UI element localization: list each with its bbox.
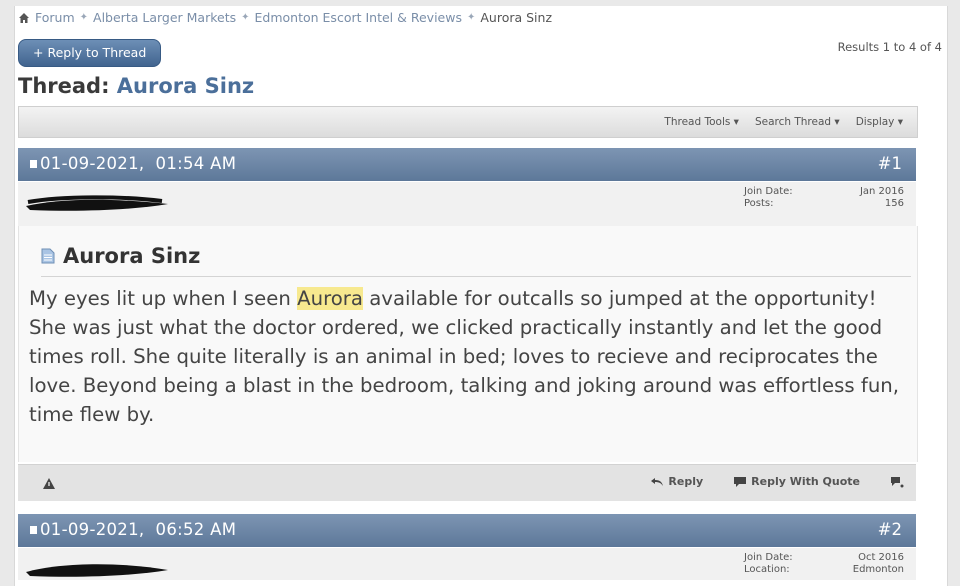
breadcrumb-alberta[interactable]: Alberta Larger Markets bbox=[93, 10, 236, 25]
post-header: 01-09-2021, 06:52 AM #2 bbox=[18, 514, 916, 547]
breadcrumb-separator-icon: ✦ bbox=[241, 12, 250, 23]
thread-name: Aurora Sinz bbox=[116, 74, 255, 98]
reply-button[interactable]: Reply bbox=[650, 475, 703, 488]
thread-prefix: Thread: bbox=[18, 74, 110, 98]
reply-to-thread-button[interactable]: + Reply to Thread bbox=[18, 39, 162, 67]
breadcrumb-separator-icon: ✦ bbox=[466, 12, 476, 23]
breadcrumb-current: Aurora Sinz bbox=[480, 10, 553, 25]
post-message: My eyes lit up when I seen Aurora availa… bbox=[29, 287, 900, 426]
post-date: 01-09-2021, 06:52 AM bbox=[30, 520, 236, 539]
post-marker-icon bbox=[30, 526, 37, 534]
breadcrumb: Forum ✦ Alberta Larger Markets ✦ Edmonto… bbox=[18, 10, 552, 25]
search-thread-menu[interactable]: Search Thread ▾ bbox=[755, 116, 840, 128]
breadcrumb-edmonton[interactable]: Edmonton Escort Intel & Reviews bbox=[255, 10, 462, 25]
post-userbar: Join Date: Oct 2016 Location: Edmonton bbox=[18, 548, 916, 580]
user-info: Join Date: Oct 2016 Location: Edmonton bbox=[744, 552, 904, 575]
report-warning-icon[interactable] bbox=[42, 477, 56, 490]
reply-with-quote-button[interactable]: Reply With Quote bbox=[733, 475, 860, 488]
post-date: 01-09-2021, 01:54 AM bbox=[30, 154, 236, 173]
post-body: Aurora Sinz My eyes lit up when I seen A… bbox=[18, 226, 918, 462]
post-footer: Reply Reply With Quote bbox=[18, 464, 916, 501]
highlighted-term: Aurora bbox=[297, 287, 363, 310]
redaction-scribble bbox=[26, 195, 168, 211]
results-count: Results 1 to 4 of 4 bbox=[837, 40, 942, 54]
divider bbox=[41, 276, 911, 277]
document-icon bbox=[41, 248, 55, 264]
post-title: Aurora Sinz bbox=[41, 244, 200, 268]
post-userbar: Join Date: Jan 2016 Posts: 156 bbox=[18, 182, 916, 232]
reply-arrow-icon bbox=[651, 477, 664, 486]
breadcrumb-forum[interactable]: Forum bbox=[35, 10, 75, 25]
post-marker-icon bbox=[30, 160, 37, 168]
post-header: 01-09-2021, 01:54 AM #1 bbox=[18, 148, 916, 181]
multi-quote-icon[interactable] bbox=[890, 476, 904, 488]
quote-bubble-icon bbox=[734, 476, 747, 487]
post-number[interactable]: #1 bbox=[878, 154, 902, 173]
post-number[interactable]: #2 bbox=[878, 520, 902, 539]
display-menu[interactable]: Display ▾ bbox=[856, 116, 903, 128]
user-info: Join Date: Jan 2016 Posts: 156 bbox=[744, 186, 904, 209]
breadcrumb-separator-icon: ✦ bbox=[79, 12, 89, 23]
thread-tools-menu[interactable]: Thread Tools ▾ bbox=[664, 116, 739, 128]
page-title: Thread: Aurora Sinz bbox=[18, 74, 254, 98]
redaction-scribble bbox=[26, 564, 168, 577]
home-icon[interactable] bbox=[18, 12, 30, 24]
thread-toolbar: Thread Tools ▾ Search Thread ▾ Display ▾ bbox=[18, 106, 918, 138]
